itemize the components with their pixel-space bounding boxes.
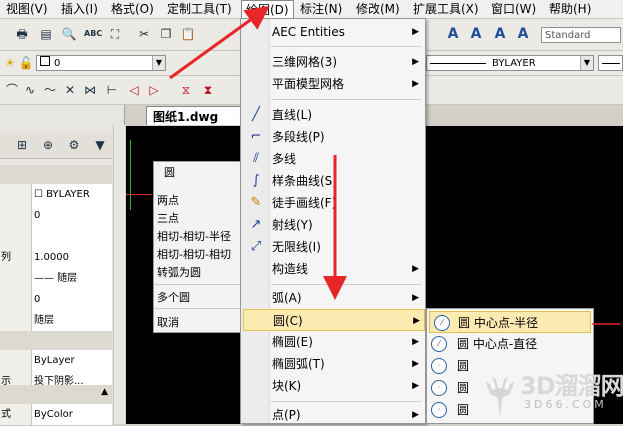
watermark-subtitle: 3D66.COM: [524, 398, 607, 411]
arrow-to-draw-menu: [169, 5, 270, 80]
watermark: 3D溜溜网 3D66.COM: [476, 360, 623, 424]
watermark-title: 3D溜溜网: [520, 372, 623, 400]
deer-logo-icon: [486, 376, 514, 418]
